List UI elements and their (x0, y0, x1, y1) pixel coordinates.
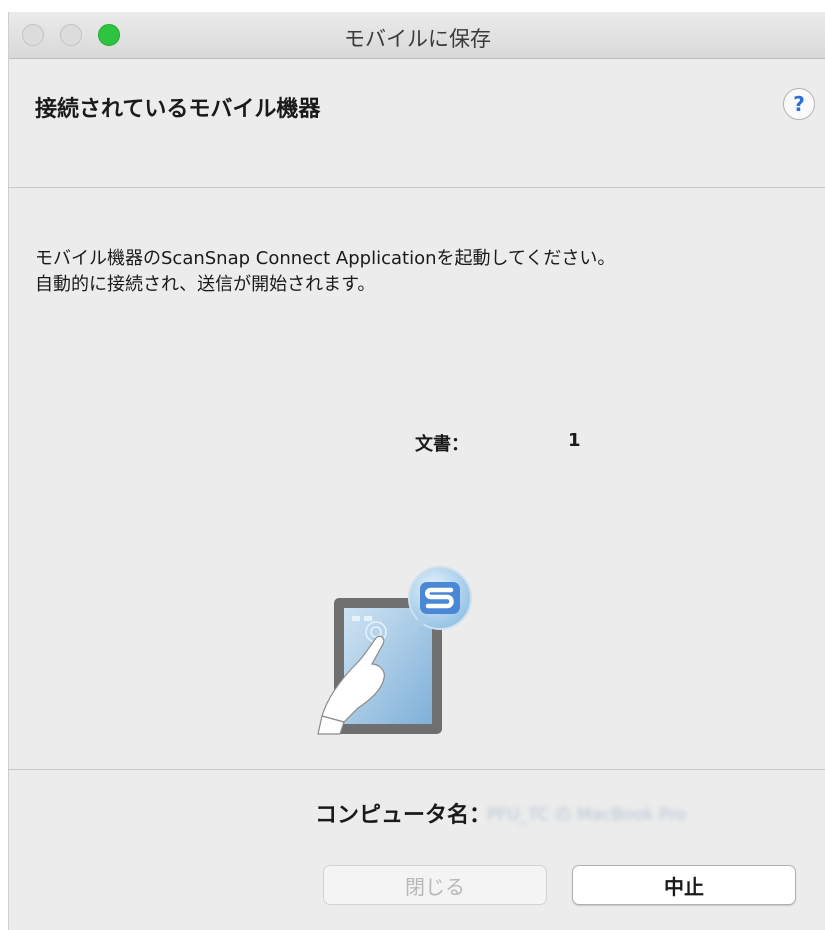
title-bar: モバイルに保存 (9, 12, 825, 59)
header-section: 接続されているモバイル機器 ? (9, 59, 825, 188)
content-area: モバイル機器のScanSnap Connect Applicationを起動して… (9, 188, 825, 769)
help-icon: ? (793, 92, 805, 116)
help-button[interactable]: ? (783, 88, 815, 120)
computer-name-value: PFU_TC の MacBook Pro (487, 805, 687, 825)
document-count-label: 文書： (415, 434, 469, 455)
footer-section: コンピュータ名： PFU_TC の MacBook Pro 閉じる 中止 (9, 770, 825, 930)
tablet-hand-scansnap-icon (317, 566, 472, 735)
computer-name-label: コンピュータ名： (315, 803, 492, 828)
save-to-mobile-window: モバイルに保存 接続されているモバイル機器 ? モバイル機器のScanSnap … (8, 12, 825, 930)
instruction-line-2: 自動的に接続され、送信が開始されます。 (35, 274, 376, 295)
stop-button[interactable]: 中止 (572, 865, 796, 905)
close-button[interactable]: 閉じる (323, 865, 547, 905)
document-count-value: 1 (568, 430, 581, 451)
instruction-line-1: モバイル機器のScanSnap Connect Applicationを起動して… (35, 248, 616, 269)
section-title: 接続されているモバイル機器 (35, 97, 321, 122)
window-title: モバイルに保存 (344, 27, 491, 51)
